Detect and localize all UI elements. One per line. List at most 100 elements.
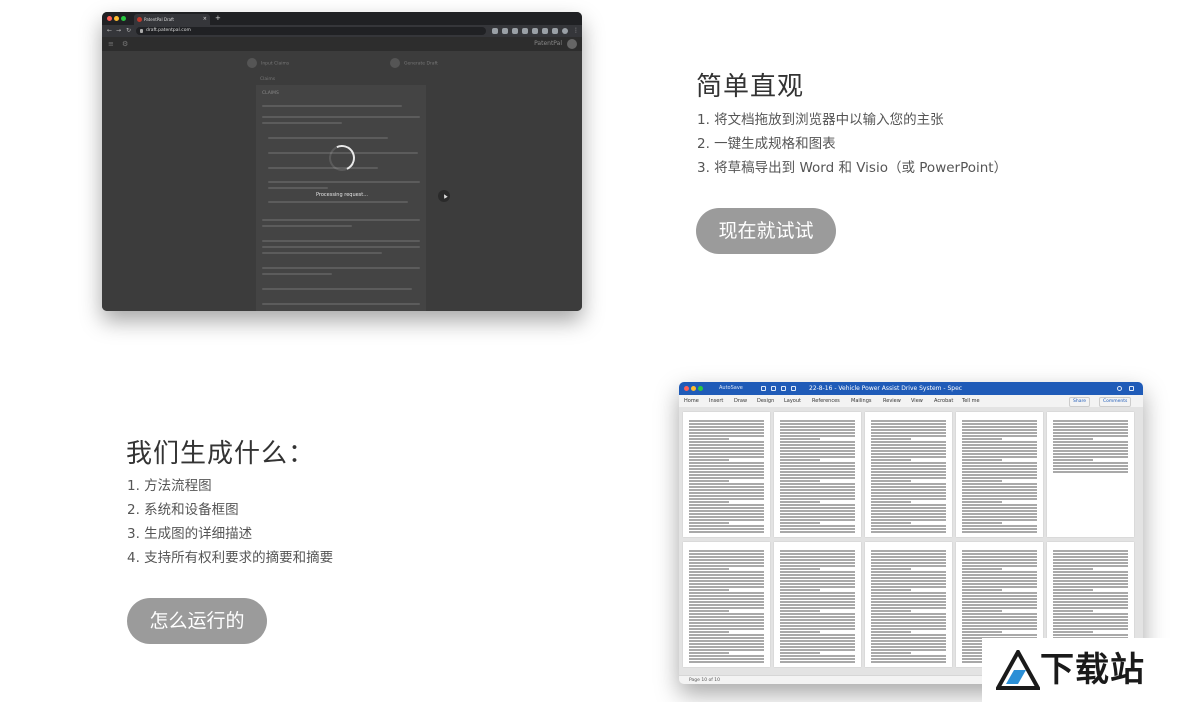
text-line [1053,453,1128,455]
text-line [962,628,1037,630]
text-line [962,441,1037,443]
url-text: draft.patentpal.com [146,28,191,33]
text-line [871,444,946,446]
text-line [689,553,764,555]
text-line [871,577,946,579]
text-line [780,550,855,552]
text-line [780,625,855,627]
text-line [871,601,946,603]
text-line [1053,622,1128,624]
user-avatar [567,39,577,49]
text-line [962,577,1037,579]
text-line [780,516,855,518]
step-circle-icon [247,58,257,68]
text-line [962,465,1037,467]
text-line [871,513,946,515]
text-line [962,471,1037,473]
text-line [962,435,1037,437]
text-line [689,628,764,630]
feature-item: 2. 系统和设备框图 [127,502,239,518]
text-line [1053,601,1128,603]
text-line [962,480,1002,482]
patentpal-browser-screenshot: PatentPal Draft × + ← → ↻ draft.patentpa… [102,12,582,311]
how-it-works-button[interactable]: 怎么运行的 [127,598,267,644]
text-line [689,637,764,639]
section-title-what-we-generate: 我们生成什么： [126,439,316,469]
text-line [1053,577,1128,579]
text-line [871,595,946,597]
minimize-window-dot [114,16,119,21]
text-line [962,483,1037,485]
text-line [689,528,764,530]
text-line [689,468,764,470]
text-line [689,643,764,645]
text-line [689,616,764,618]
text-line [1053,592,1128,594]
text-line [1053,426,1128,428]
text-line [871,429,946,431]
text-line [689,598,764,600]
step-circle-icon [390,58,400,68]
text-line [780,519,855,521]
text-line [962,453,1037,455]
text-line [962,456,1037,458]
text-line [962,619,1037,621]
try-now-button[interactable]: 现在就试试 [696,208,836,254]
text-line [780,616,855,618]
text-line [1053,610,1093,612]
text-line [1053,444,1128,446]
text-line [262,116,420,118]
text-line [871,640,946,642]
text-line [871,634,946,636]
text-line [780,498,855,500]
text-line [780,589,820,591]
text-line [780,477,855,479]
text-line [871,580,946,582]
ribbon-tab-review: Review [883,398,901,404]
text-line [780,583,855,585]
step-input-claims: Input Claims [247,58,289,70]
text-line [780,628,855,630]
step-label: Input Claims [261,61,290,67]
text-line [780,525,855,527]
profile-avatar-icon [562,28,568,34]
text-line [871,604,946,606]
text-line [689,456,764,458]
text-line [780,531,855,533]
text-line [962,553,1037,555]
text-line [780,634,855,636]
bookmark-star-icon [502,28,508,34]
feature-item: 1. 方法流程图 [127,478,212,494]
document-page-thumbnail [865,542,952,667]
text-line [962,598,1037,600]
text-line [962,528,1037,530]
text-line [962,507,1037,509]
text-line [1053,550,1128,552]
text-line [689,486,764,488]
text-line [871,619,946,621]
ribbon-tab-home: Home [684,398,699,404]
text-line [780,622,855,624]
text-line [268,137,388,139]
text-line [268,181,420,183]
text-line [1053,562,1128,564]
text-line [780,658,855,660]
text-line [1053,559,1128,561]
text-line [689,429,764,431]
text-line [689,522,729,524]
text-line [689,459,729,461]
url-field: draft.patentpal.com [136,27,486,35]
text-line [689,447,764,449]
claims-label: Claims [260,77,276,82]
text-line [689,610,729,612]
text-line [689,607,764,609]
text-line [1053,462,1128,464]
text-line [871,450,946,452]
text-line [780,441,855,443]
text-line [689,495,764,497]
ribbon-tab-layout: Layout [784,398,801,404]
text-line [689,474,764,476]
text-line [962,604,1037,606]
text-line [1053,616,1128,618]
text-line [1053,423,1128,425]
